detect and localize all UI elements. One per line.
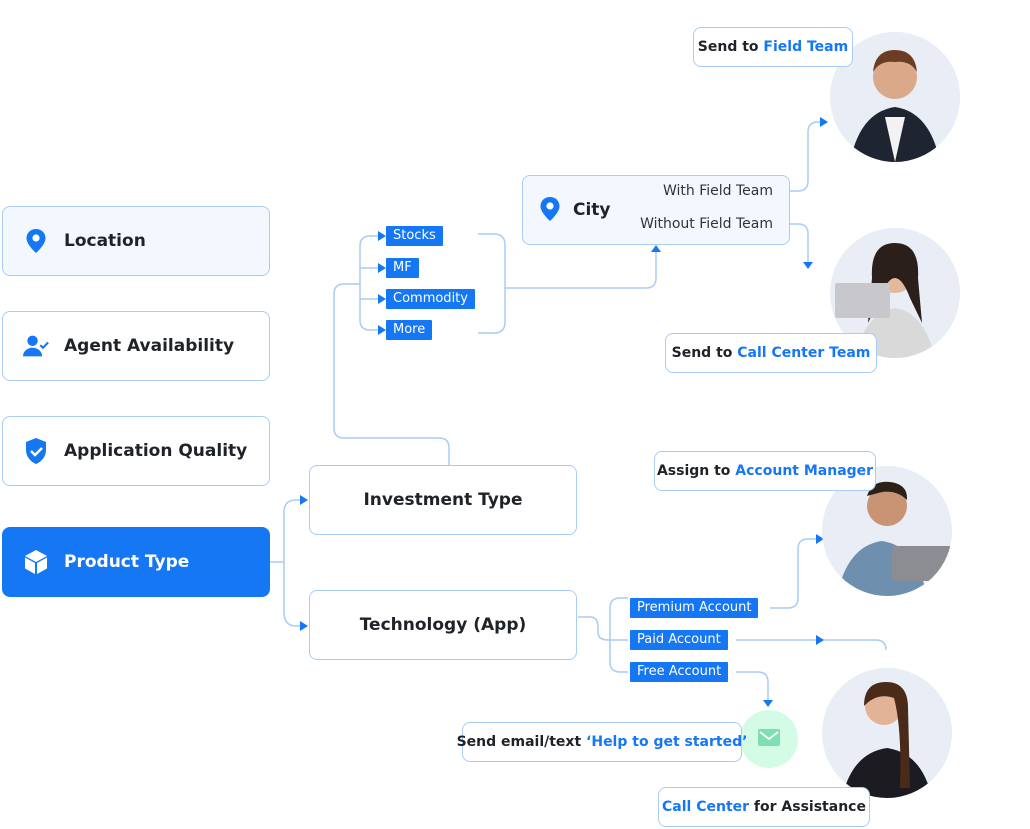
node-technology-app[interactable]: Technology (App)	[309, 590, 577, 660]
callout-highlight: Call Center Team	[737, 345, 871, 361]
tag-premium-account[interactable]: Premium Account	[630, 598, 759, 618]
callout-send-email-text: Send email/text ‘Help to get started’	[457, 722, 747, 762]
callout-suffix: for Assistance	[749, 799, 866, 815]
criteria-location[interactable]: Location	[2, 206, 270, 276]
criteria-application-quality[interactable]: Application Quality	[2, 416, 270, 486]
map-pin-icon	[539, 196, 561, 226]
mail-icon	[758, 728, 780, 750]
criteria-label: Location	[64, 231, 146, 251]
email-circle	[740, 710, 798, 768]
city-node[interactable]: City With Field Team Without Field Team	[522, 175, 790, 245]
city-option-with-field-team[interactable]: With Field Team	[663, 183, 773, 199]
tag-free-account[interactable]: Free Account	[630, 662, 729, 682]
callout-highlight: Call Center	[662, 799, 750, 815]
callout-prefix: Send to	[671, 345, 738, 361]
callout-highlight: ‘Help to get started’	[586, 734, 748, 750]
criteria-label: Application Quality	[64, 441, 248, 461]
tag-more[interactable]: More	[386, 320, 433, 340]
callout-call-center-for-assistance: Call Center for Assistance	[658, 787, 870, 827]
node-label: Technology (App)	[359, 615, 527, 635]
criteria-agent-availability[interactable]: Agent Availability	[2, 311, 270, 381]
call-center-assistance-photo	[822, 668, 952, 798]
callout-prefix: Assign to	[656, 463, 736, 479]
shield-check-icon	[23, 438, 49, 464]
tag-paid-account[interactable]: Paid Account	[630, 630, 728, 650]
criteria-label: Product Type	[64, 552, 190, 572]
criteria-label: Agent Availability	[64, 336, 235, 356]
city-option-without-field-team[interactable]: Without Field Team	[640, 216, 773, 232]
callout-assign-to-account-manager: Assign to Account Manager	[654, 451, 876, 491]
tag-mf[interactable]: MF	[386, 258, 419, 278]
node-investment-type[interactable]: Investment Type	[309, 465, 577, 535]
callout-highlight: Field Team	[763, 39, 849, 55]
callout-prefix: Send email/text	[456, 734, 587, 750]
callout-send-to-call-center-team: Send to Call Center Team	[665, 333, 877, 373]
callout-highlight: Account Manager	[735, 463, 874, 479]
callout-prefix: Send to	[697, 39, 764, 55]
tag-stocks[interactable]: Stocks	[386, 226, 443, 246]
map-pin-icon	[23, 228, 49, 254]
tag-commodity[interactable]: Commodity	[386, 289, 475, 309]
criteria-product-type[interactable]: Product Type	[2, 527, 270, 597]
city-title: City	[573, 200, 611, 220]
callout-send-to-field-team: Send to Field Team	[693, 27, 853, 67]
node-label: Investment Type	[363, 490, 523, 510]
box-icon	[23, 549, 49, 575]
user-check-icon	[23, 333, 49, 359]
